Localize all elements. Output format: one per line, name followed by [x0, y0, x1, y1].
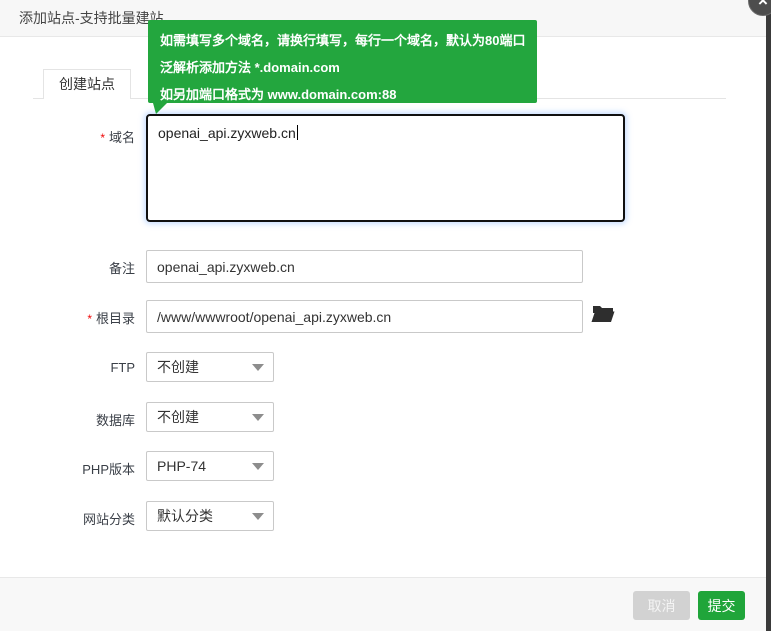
required-marker: * — [100, 131, 105, 145]
domain-help-tooltip: 如需填写多个域名，请换行填写，每行一个域名，默认为80端口 泛解析添加方法 *.… — [148, 20, 537, 103]
database-select-value: 不创建 — [157, 403, 199, 431]
database-label: 数据库 — [30, 410, 135, 429]
site-category-label: 网站分类 — [30, 509, 135, 528]
domain-label: *域名 — [30, 127, 135, 146]
chevron-down-icon — [252, 513, 264, 520]
site-category-select-value: 默认分类 — [157, 502, 213, 530]
php-version-select[interactable]: PHP-74 — [146, 451, 274, 481]
tooltip-line-1: 如需填写多个域名，请换行填写，每行一个域名，默认为80端口 — [160, 27, 525, 54]
remark-label: 备注 — [30, 258, 135, 277]
folder-browse-button[interactable] — [591, 303, 615, 327]
remark-input[interactable] — [146, 250, 583, 283]
database-select[interactable]: 不创建 — [146, 402, 274, 432]
tab-create-site[interactable]: 创建站点 — [43, 69, 131, 99]
ftp-select[interactable]: 不创建 — [146, 352, 274, 382]
submit-button[interactable]: 提交 — [698, 591, 745, 620]
add-site-dialog: 添加站点-支持批量建站 × 创建站点 如需填写多个域名，请换行填写，每行一个域名… — [0, 0, 766, 631]
chevron-down-icon — [252, 463, 264, 470]
tooltip-line-2: 泛解析添加方法 *.domain.com — [160, 54, 525, 81]
chevron-down-icon — [252, 414, 264, 421]
php-version-label: PHP版本 — [30, 459, 135, 478]
required-marker: * — [87, 312, 92, 326]
php-version-select-value: PHP-74 — [157, 452, 206, 480]
close-icon: × — [758, 0, 768, 10]
dialog-title: 添加站点-支持批量建站 — [19, 0, 164, 37]
chevron-down-icon — [252, 364, 264, 371]
dialog-footer: 取消 提交 — [0, 577, 766, 631]
ftp-label: FTP — [30, 360, 135, 375]
rootdir-label: *根目录 — [30, 308, 135, 327]
domain-textarea[interactable]: openai_api.zyxweb.cn — [146, 114, 625, 222]
tooltip-line-3: 如另加端口格式为 www.domain.com:88 — [160, 81, 525, 108]
site-category-select[interactable]: 默认分类 — [146, 501, 274, 531]
cancel-button[interactable]: 取消 — [633, 591, 690, 620]
folder-icon — [591, 303, 615, 325]
domain-value: openai_api.zyxweb.cn — [158, 125, 296, 141]
tooltip-pointer — [153, 103, 167, 114]
ftp-select-value: 不创建 — [157, 353, 199, 381]
rootdir-input[interactable] — [146, 300, 583, 333]
tab-label: 创建站点 — [59, 76, 115, 92]
text-caret — [297, 125, 298, 140]
